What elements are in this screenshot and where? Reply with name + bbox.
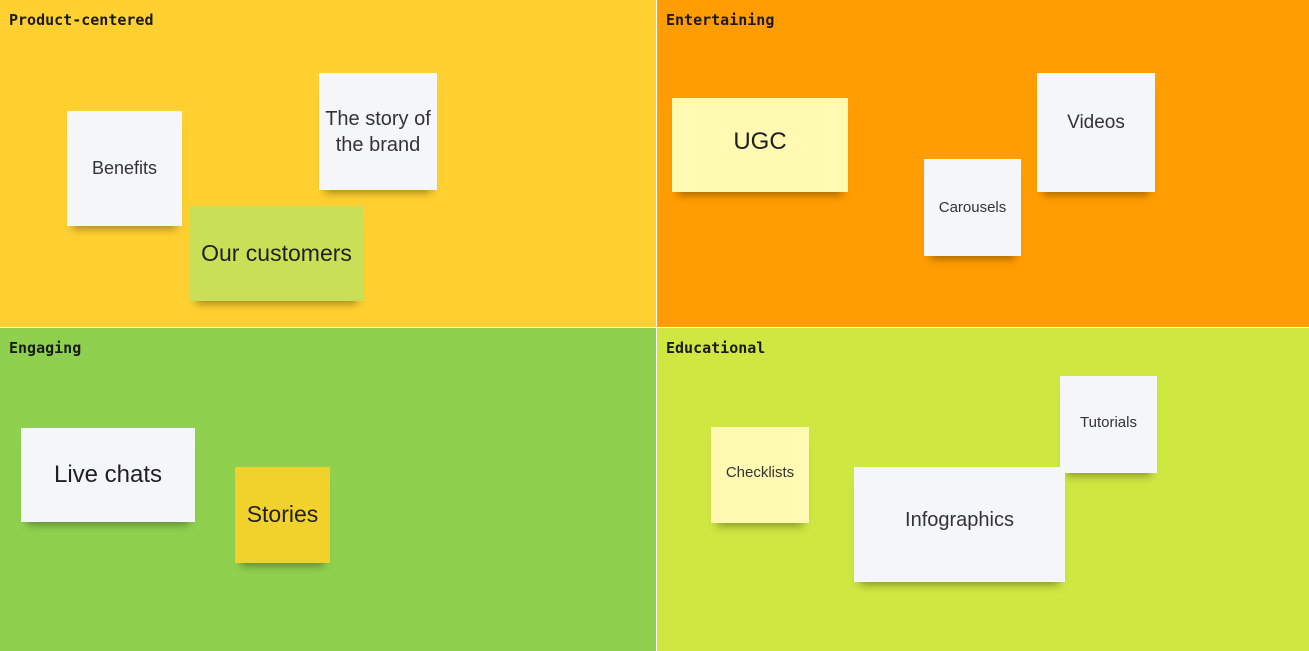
- frame-title: Product-centered: [9, 11, 154, 29]
- sticky-note-customers[interactable]: Our customers: [190, 206, 363, 301]
- sticky-note-checklists[interactable]: Checklists: [711, 427, 809, 523]
- sticky-note-infographics[interactable]: Infographics: [854, 467, 1065, 582]
- sticky-note-benefits[interactable]: Benefits: [67, 111, 182, 226]
- sticky-note-videos[interactable]: Videos: [1037, 73, 1155, 192]
- sticky-note-tutorials[interactable]: Tutorials: [1060, 376, 1157, 473]
- sticky-note-story[interactable]: The story of the brand: [319, 73, 437, 190]
- sticky-note-live-chats[interactable]: Live chats: [21, 428, 195, 522]
- sticky-note-carousels[interactable]: Carousels: [924, 159, 1021, 256]
- sticky-note-stories[interactable]: Stories: [235, 467, 330, 563]
- sticky-note-ugc[interactable]: UGC: [672, 98, 848, 192]
- frame-title: Engaging: [9, 339, 82, 357]
- frame-title: Entertaining: [666, 11, 775, 29]
- frame-title: Educational: [666, 339, 766, 357]
